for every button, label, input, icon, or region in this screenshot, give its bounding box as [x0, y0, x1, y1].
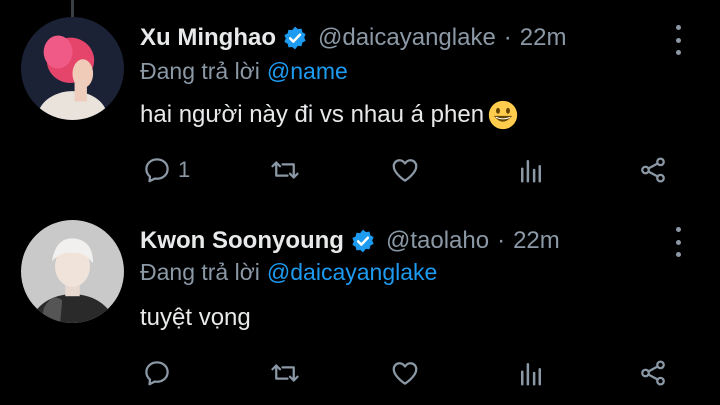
retweet-icon [271, 161, 299, 179]
timestamp[interactable]: 22m [520, 24, 567, 52]
tweet-kwon-soonyoung[interactable]: Kwon Soonyoung @taolaho · 22m Đang trả l… [0, 205, 720, 405]
avatar-image [21, 220, 124, 323]
analytics-button[interactable] [516, 353, 546, 393]
separator-dot: · [503, 24, 512, 51]
tweet-text: hai người này đi vs nhau á phen [140, 101, 485, 128]
retweet-icon [271, 364, 299, 382]
verified-badge-icon [284, 26, 306, 50]
replying-to-handle[interactable]: @name [267, 58, 348, 84]
like-icon [392, 362, 418, 385]
share-icon [641, 157, 665, 183]
like-icon [392, 159, 418, 182]
separator-dot: · [497, 227, 506, 254]
retweet-button[interactable] [270, 353, 300, 393]
verified-badge-icon [352, 229, 374, 253]
analytics-button[interactable] [516, 150, 546, 190]
tweet-text: tuyệt vọng [140, 304, 251, 331]
user-handle[interactable]: @daicayanglake [318, 24, 496, 52]
analytics-icon [521, 160, 541, 183]
more-options-icon[interactable] [666, 25, 690, 55]
share-button[interactable] [638, 150, 668, 190]
display-name[interactable]: Xu Minghao [140, 24, 276, 52]
tweet-action-bar [140, 353, 680, 393]
avatar-image [21, 17, 124, 120]
tweet-xu-minghao[interactable]: Xu Minghao @daicayanglake · 22m Đang trả… [0, 0, 720, 205]
reply-icon [145, 158, 169, 183]
grinning-face-emoji-icon [488, 100, 518, 130]
reply-button[interactable]: 1 [142, 150, 190, 190]
avatar[interactable] [21, 17, 124, 120]
retweet-button[interactable] [270, 150, 300, 190]
tweet-action-bar: 1 [140, 150, 680, 190]
user-handle[interactable]: @taolaho [386, 227, 489, 255]
replying-to-handle[interactable]: @daicayanglake [267, 259, 437, 285]
reply-icon [145, 361, 169, 386]
share-button[interactable] [638, 353, 668, 393]
display-name[interactable]: Kwon Soonyoung [140, 227, 344, 255]
replying-to-label: Đang trả lời [140, 259, 260, 285]
like-button[interactable] [390, 353, 420, 393]
analytics-icon [521, 363, 541, 386]
avatar[interactable] [21, 220, 124, 323]
share-icon [641, 360, 665, 386]
more-options-icon[interactable] [666, 227, 690, 257]
like-button[interactable] [390, 150, 420, 190]
reply-count: 1 [178, 157, 191, 182]
timestamp[interactable]: 22m [513, 227, 560, 255]
reply-button[interactable] [142, 353, 178, 393]
replying-to-label: Đang trả lời [140, 58, 260, 84]
